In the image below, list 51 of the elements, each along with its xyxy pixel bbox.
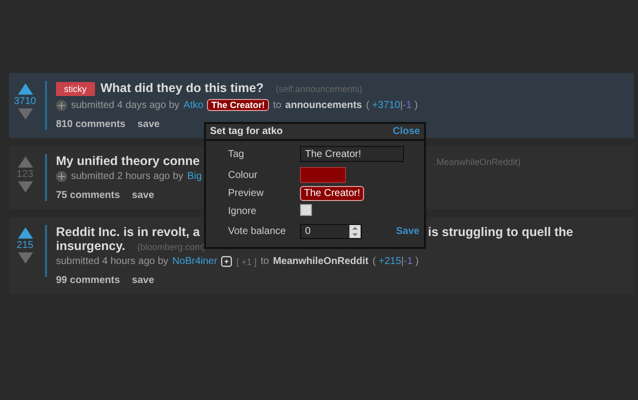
author-link[interactable]: NoBr4iner [172,256,218,267]
upvote-icon[interactable] [18,156,32,168]
post-title[interactable]: My unified theory conne [56,154,200,168]
subreddit-link[interactable]: MeanwhileOnReddit [272,256,368,267]
downvote-icon[interactable] [18,252,32,264]
vote-tally: [ +1 ] [236,256,257,266]
field-label: Ignore [228,206,258,217]
score: 215 [16,240,34,251]
upvote-icon[interactable] [18,83,32,95]
submitted-text: submitted 2 hours ago by [71,171,184,182]
comments-link[interactable]: 99 comments [56,275,120,286]
field-label: Preview [228,188,265,199]
expand-icon[interactable] [56,171,67,182]
post-title[interactable]: Reddit Inc. is in revolt, a [56,225,200,239]
to-text: to [260,256,269,267]
post-title[interactable]: insurgency. [56,239,126,253]
add-tag-icon[interactable] [221,256,232,267]
downvote-icon[interactable] [18,108,32,120]
post-title[interactable]: is struggling to quell the [428,225,574,239]
comments-link[interactable]: 810 comments [56,119,126,130]
user-tag[interactable]: The Creator! [207,99,269,111]
tag-preview: The Creator! [300,186,364,201]
save-link[interactable]: Save [396,226,420,237]
vote-breakdown: ( +3710|-1 ) [366,100,418,110]
upvote-icon[interactable] [18,227,32,239]
close-link[interactable]: Close [392,126,420,137]
expand-icon[interactable] [56,100,67,110]
post-title[interactable]: What did they do this time? [100,81,264,95]
vote-balance-field[interactable]: 0 [300,224,362,239]
spinner-icon[interactable] [349,225,361,238]
field-label: Tag [228,148,246,160]
author-link[interactable]: Big [187,171,202,182]
author-link[interactable]: Atko [183,100,204,110]
save-link[interactable]: save [132,275,154,286]
submitted-text: submitted 4 days ago by [71,100,180,110]
score: 3710 [14,96,36,107]
sticky-badge: sticky [56,82,94,96]
ignore-checkbox[interactable] [300,204,312,216]
field-label: Colour [228,170,258,180]
field-label: Vote balance [228,226,287,237]
to-text: to [272,100,282,110]
colour-swatch[interactable] [300,167,346,183]
downvote-icon[interactable] [18,181,32,193]
save-link[interactable]: save [132,190,154,201]
submitted-text: submitted 4 hours ago by [56,256,168,267]
comments-link[interactable]: 75 comments [56,190,120,201]
dialog-title: Set tag for atko [210,126,283,137]
subreddit-link[interactable]: announcements [285,100,362,110]
vote-breakdown: ( +215|-1 ) [372,256,419,267]
save-link[interactable]: save [137,119,160,130]
tag-input[interactable]: The Creator! [300,146,404,162]
